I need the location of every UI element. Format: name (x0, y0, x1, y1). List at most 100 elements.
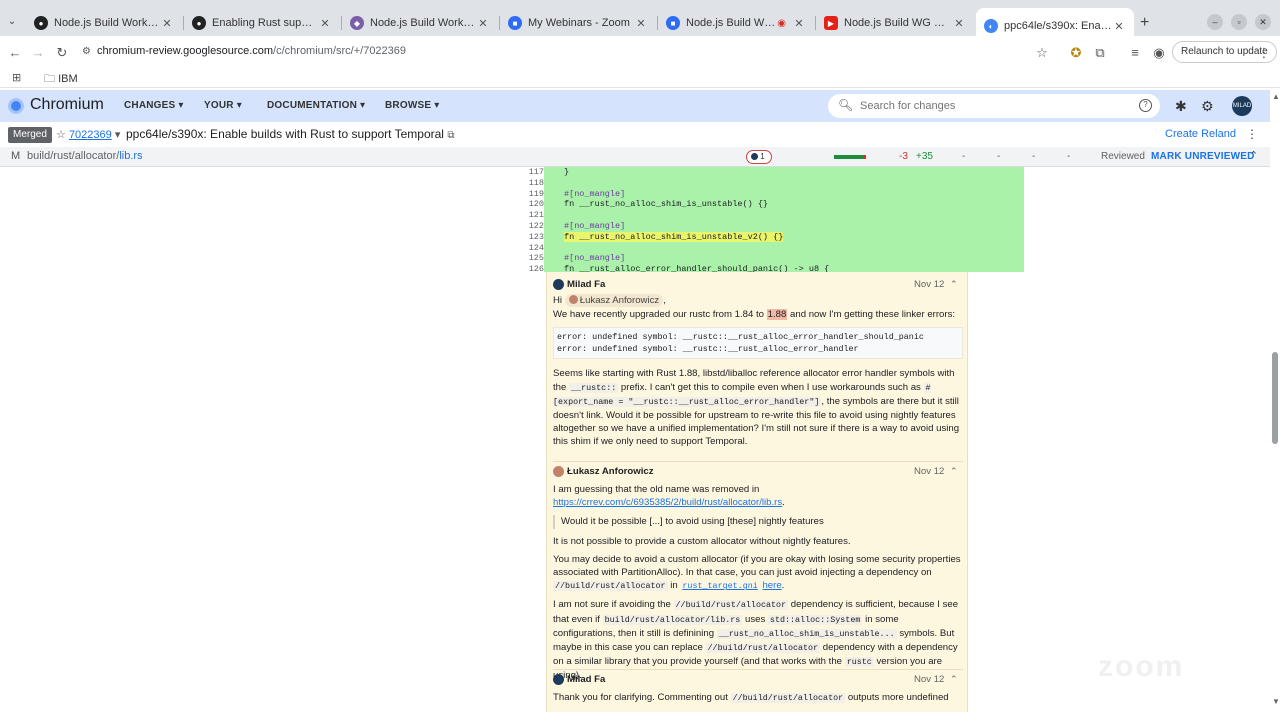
line-number[interactable]: 123 (516, 232, 544, 243)
comment-count: 1 (760, 152, 765, 161)
file-column-dash: - (1032, 151, 1036, 162)
comment-date[interactable]: Nov 12 (914, 278, 944, 291)
text: , (663, 295, 666, 306)
scrollbar-thumb[interactable] (1272, 352, 1278, 444)
line-number[interactable]: 121 (516, 210, 544, 221)
line-number[interactable]: 124 (516, 243, 544, 254)
line-number[interactable]: 120 (516, 199, 544, 210)
line-number[interactable]: 119 (516, 189, 544, 200)
nav-label: YOUR (204, 100, 234, 111)
comment-header[interactable]: Milad Fa Nov 12 ⌃ (553, 278, 963, 294)
close-icon[interactable]: ✕ (476, 17, 490, 30)
reload-icon[interactable]: ↻ (55, 45, 69, 61)
extension-icon[interactable]: ✪ (1069, 45, 1083, 61)
comment-date[interactable]: Nov 12 (914, 465, 944, 478)
here-link[interactable]: here (762, 580, 781, 591)
gear-icon[interactable]: ⚙ (1201, 98, 1214, 115)
search-input[interactable] (860, 97, 1130, 115)
caret-down-icon: ▾ (434, 100, 440, 111)
tab-5[interactable]: ▶ Node.js Build WG meetin ✕ (816, 11, 974, 35)
zoom-icon: ■ (508, 16, 522, 30)
comment-count-badge[interactable]: 1 (746, 150, 772, 164)
mark-unreviewed-button[interactable]: MARK UNREVIEWED (1151, 151, 1255, 162)
scroll-down-icon[interactable]: ▼ (1272, 697, 1280, 706)
chevron-up-icon[interactable]: ⌃ (950, 278, 958, 291)
media-control-icon[interactable]: ≡ (1128, 45, 1142, 60)
nav-documentation[interactable]: DOCUMENTATION ▾ (267, 100, 365, 111)
close-icon[interactable]: ✕ (160, 17, 174, 30)
scroll-up-icon[interactable]: ▲ (1272, 92, 1280, 101)
nav-your[interactable]: YOUR ▾ (204, 100, 242, 111)
tab-2[interactable]: ◆ Node.js Build WorkGrou ✕ (342, 11, 498, 35)
avatar (553, 674, 564, 685)
apps-grid-icon[interactable]: ⊞ (12, 71, 21, 84)
extensions-puzzle-icon[interactable]: ⧉ (1093, 45, 1107, 61)
collapse-icon[interactable]: ⌃ (1249, 149, 1258, 162)
comment-header[interactable]: Łukasz Anforowicz Nov 12 ⌃ (553, 465, 963, 481)
avatar[interactable]: MILAD FA (1232, 96, 1252, 129)
change-number-link[interactable]: ☆ 7022369 ▾ (56, 128, 120, 141)
back-icon[interactable]: ← (8, 45, 22, 60)
create-reland-button[interactable]: Create Reland (1165, 128, 1236, 140)
site-info-icon[interactable]: ⚙ (82, 46, 91, 57)
profile-icon[interactable]: ◉ (1152, 45, 1166, 61)
tab-label: Enabling Rust support fo (212, 17, 318, 29)
address-bar[interactable]: ⚙ chromium-review.googlesource.com/c/chro… (82, 45, 406, 57)
comment: Łukasz Anforowicz Nov 12 ⌃ I am guessing… (553, 461, 963, 688)
bookmarks-bar: ⊞ 🗀 IBM (0, 66, 1280, 88)
line-number[interactable]: 117 (516, 167, 544, 178)
nav-label: BROWSE (385, 100, 432, 111)
more-actions-icon[interactable]: ⋮ (1246, 127, 1258, 141)
code-line: } (564, 167, 570, 177)
text: uses (744, 613, 766, 625)
chromium-logo-icon[interactable] (8, 98, 24, 114)
tab-1[interactable]: ● Enabling Rust support fo ✕ (184, 11, 340, 35)
comment-text: I am guessing that the old name was remo… (553, 483, 963, 509)
close-icon[interactable]: ✕ (792, 17, 806, 30)
close-icon[interactable]: ✕ (952, 17, 966, 30)
tab-4[interactable]: ■ Node.js Build WG me ◉ ✕ (658, 11, 814, 35)
bookmark-star-icon[interactable]: ☆ (1035, 45, 1049, 61)
caret-down-icon: ▾ (236, 100, 242, 111)
gerrit-header: Chromium CHANGES ▾ YOUR ▾ DOCUMENTATION … (0, 90, 1270, 129)
user-mention[interactable]: Łukasz Anforowicz (564, 294, 664, 308)
close-icon[interactable]: ✕ (634, 17, 648, 30)
minimize-icon[interactable]: – (1207, 14, 1223, 30)
line-number[interactable]: 125 (516, 253, 544, 264)
github-icon: ● (34, 16, 48, 30)
maximize-icon[interactable]: ▫ (1231, 14, 1247, 30)
comment-header[interactable]: Milad Fa Nov 12 ⌃ (553, 673, 963, 689)
nav-label: DOCUMENTATION (267, 100, 357, 111)
menu-kebab-icon[interactable]: ⋮ (1257, 45, 1271, 61)
comment-date[interactable]: Nov 12 (914, 673, 944, 686)
window-close-icon[interactable]: ✕ (1255, 14, 1271, 30)
tab-search-icon[interactable]: ⌄ (4, 14, 20, 30)
bookmark-ibm[interactable]: 🗀 IBM (44, 70, 78, 89)
close-icon[interactable]: ✕ (318, 17, 332, 30)
inline-code-link[interactable]: rust_target.gni (680, 581, 759, 591)
copy-icon[interactable]: ⧉ (447, 130, 454, 141)
chevron-up-icon[interactable]: ⌃ (950, 673, 958, 686)
close-icon[interactable]: ✕ (1112, 20, 1126, 33)
code-line: #[no_mangle] (564, 188, 626, 199)
crrev-link[interactable]: https://crrev.com/c/6935385/2/build/rust… (553, 497, 782, 508)
size-bar (834, 155, 866, 159)
comment-text: Seems like starting with Rust 1.88, libs… (553, 367, 963, 448)
line-number[interactable]: 126 (516, 264, 544, 275)
line-number[interactable]: 122 (516, 221, 544, 232)
star-icon[interactable]: ☆ (56, 129, 66, 141)
line-number[interactable]: 118 (516, 178, 544, 189)
new-tab-icon[interactable]: + (1140, 14, 1149, 32)
comment-text: Hi Łukasz Anforowicz, (553, 294, 963, 308)
chevron-up-icon[interactable]: ⌃ (950, 465, 958, 478)
bug-icon[interactable]: ✱ (1175, 98, 1187, 115)
nav-label: CHANGES (124, 100, 176, 111)
tab-3[interactable]: ■ My Webinars - Zoom ✕ (500, 11, 656, 35)
file-path[interactable]: build/rust/allocator/lib.rs (27, 150, 143, 162)
forward-icon[interactable]: → (31, 45, 45, 60)
tab-0[interactable]: ● Node.js Build WorkGrou ✕ (26, 11, 182, 35)
nav-browse[interactable]: BROWSE ▾ (385, 100, 439, 111)
help-icon[interactable]: ? (1139, 99, 1152, 112)
site-title[interactable]: Chromium (30, 96, 104, 114)
nav-changes[interactable]: CHANGES ▾ (124, 100, 184, 111)
